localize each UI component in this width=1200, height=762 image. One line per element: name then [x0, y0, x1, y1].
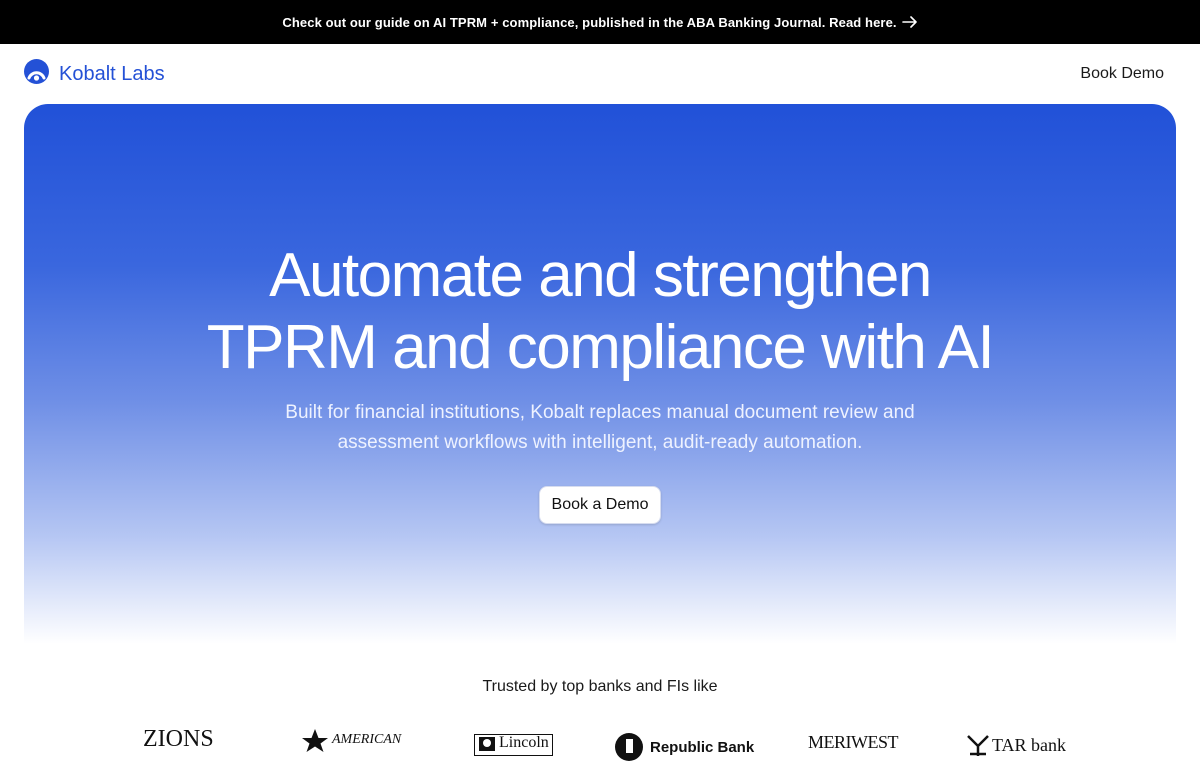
lincoln-emblem-icon	[479, 737, 495, 751]
top-nav: Kobalt Labs Book Demo	[0, 44, 1200, 104]
bank-logos-row: ZIONS AMERICAN Lincoln Republic Bank MER…	[0, 726, 1200, 761]
republic-logo-text: Republic Bank	[650, 738, 755, 756]
hero-section: Automate and strengthen TPRM and complia…	[24, 104, 1176, 644]
hero-headline: Automate and strengthen TPRM and complia…	[206, 240, 995, 384]
trusted-by-label: Trusted by top banks and FIs like	[482, 678, 718, 695]
star-mark-icon	[967, 735, 989, 756]
subtext-line-2: assessment workflows with intelligent, a…	[337, 432, 863, 453]
tar-bank-logo-text: TAR bank	[992, 734, 1067, 755]
republic-emblem-icon	[615, 733, 643, 761]
zions-logo-text: ZIONS	[143, 726, 214, 752]
lincoln-logo: Lincoln	[474, 734, 553, 756]
zions-logo: ZIONS	[143, 726, 214, 753]
book-a-demo-button[interactable]: Book a Demo	[538, 486, 662, 524]
announcement-bar[interactable]: Check out our guide on AI TPRM + complia…	[0, 0, 1200, 44]
star-icon	[302, 729, 328, 752]
american-logo-text: AMERICAN	[332, 732, 402, 747]
american-logo: AMERICAN	[300, 728, 401, 752]
brand-name: Kobalt Labs	[59, 62, 165, 85]
announcement-text[interactable]: Check out our guide on AI TPRM + complia…	[282, 15, 896, 30]
kobalt-logo-icon	[24, 59, 49, 89]
lincoln-logo-text: Lincoln	[499, 734, 549, 751]
book-demo-link[interactable]: Book Demo	[1080, 65, 1164, 83]
brand[interactable]: Kobalt Labs	[24, 59, 165, 89]
subtext-line-1: Built for financial institutions, Kobalt…	[285, 402, 915, 423]
headline-line-1: Automate and strengthen	[269, 241, 932, 310]
headline-line-2: TPRM and compliance with AI	[206, 313, 995, 382]
tar-bank-logo: TAR bank	[966, 734, 1066, 756]
republic-bank-logo: Republic Bank	[614, 732, 754, 762]
hero-subtext: Built for financial institutions, Kobalt…	[220, 398, 980, 458]
arrow-right-icon	[901, 16, 918, 28]
